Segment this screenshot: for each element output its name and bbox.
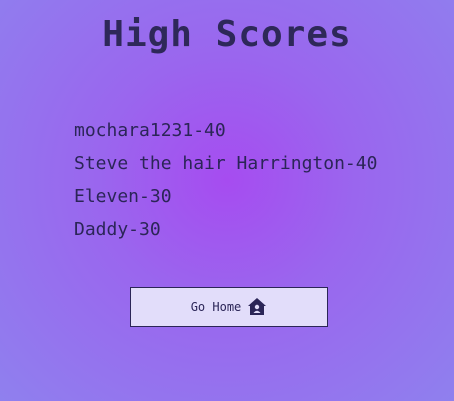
page-title: High Scores xyxy=(102,14,352,55)
score-entry: mochara1231-40 xyxy=(74,120,226,141)
score-entry: Steve the hair Harrington-40 xyxy=(74,153,378,174)
home-icon xyxy=(247,297,267,317)
score-entry: Eleven-30 xyxy=(74,186,172,207)
score-entry: Daddy-30 xyxy=(74,219,161,240)
go-home-button[interactable]: Go Home xyxy=(130,287,328,327)
high-score-list: mochara1231-40 Steve the hair Harrington… xyxy=(74,116,377,248)
go-home-label: Go Home xyxy=(190,300,242,314)
